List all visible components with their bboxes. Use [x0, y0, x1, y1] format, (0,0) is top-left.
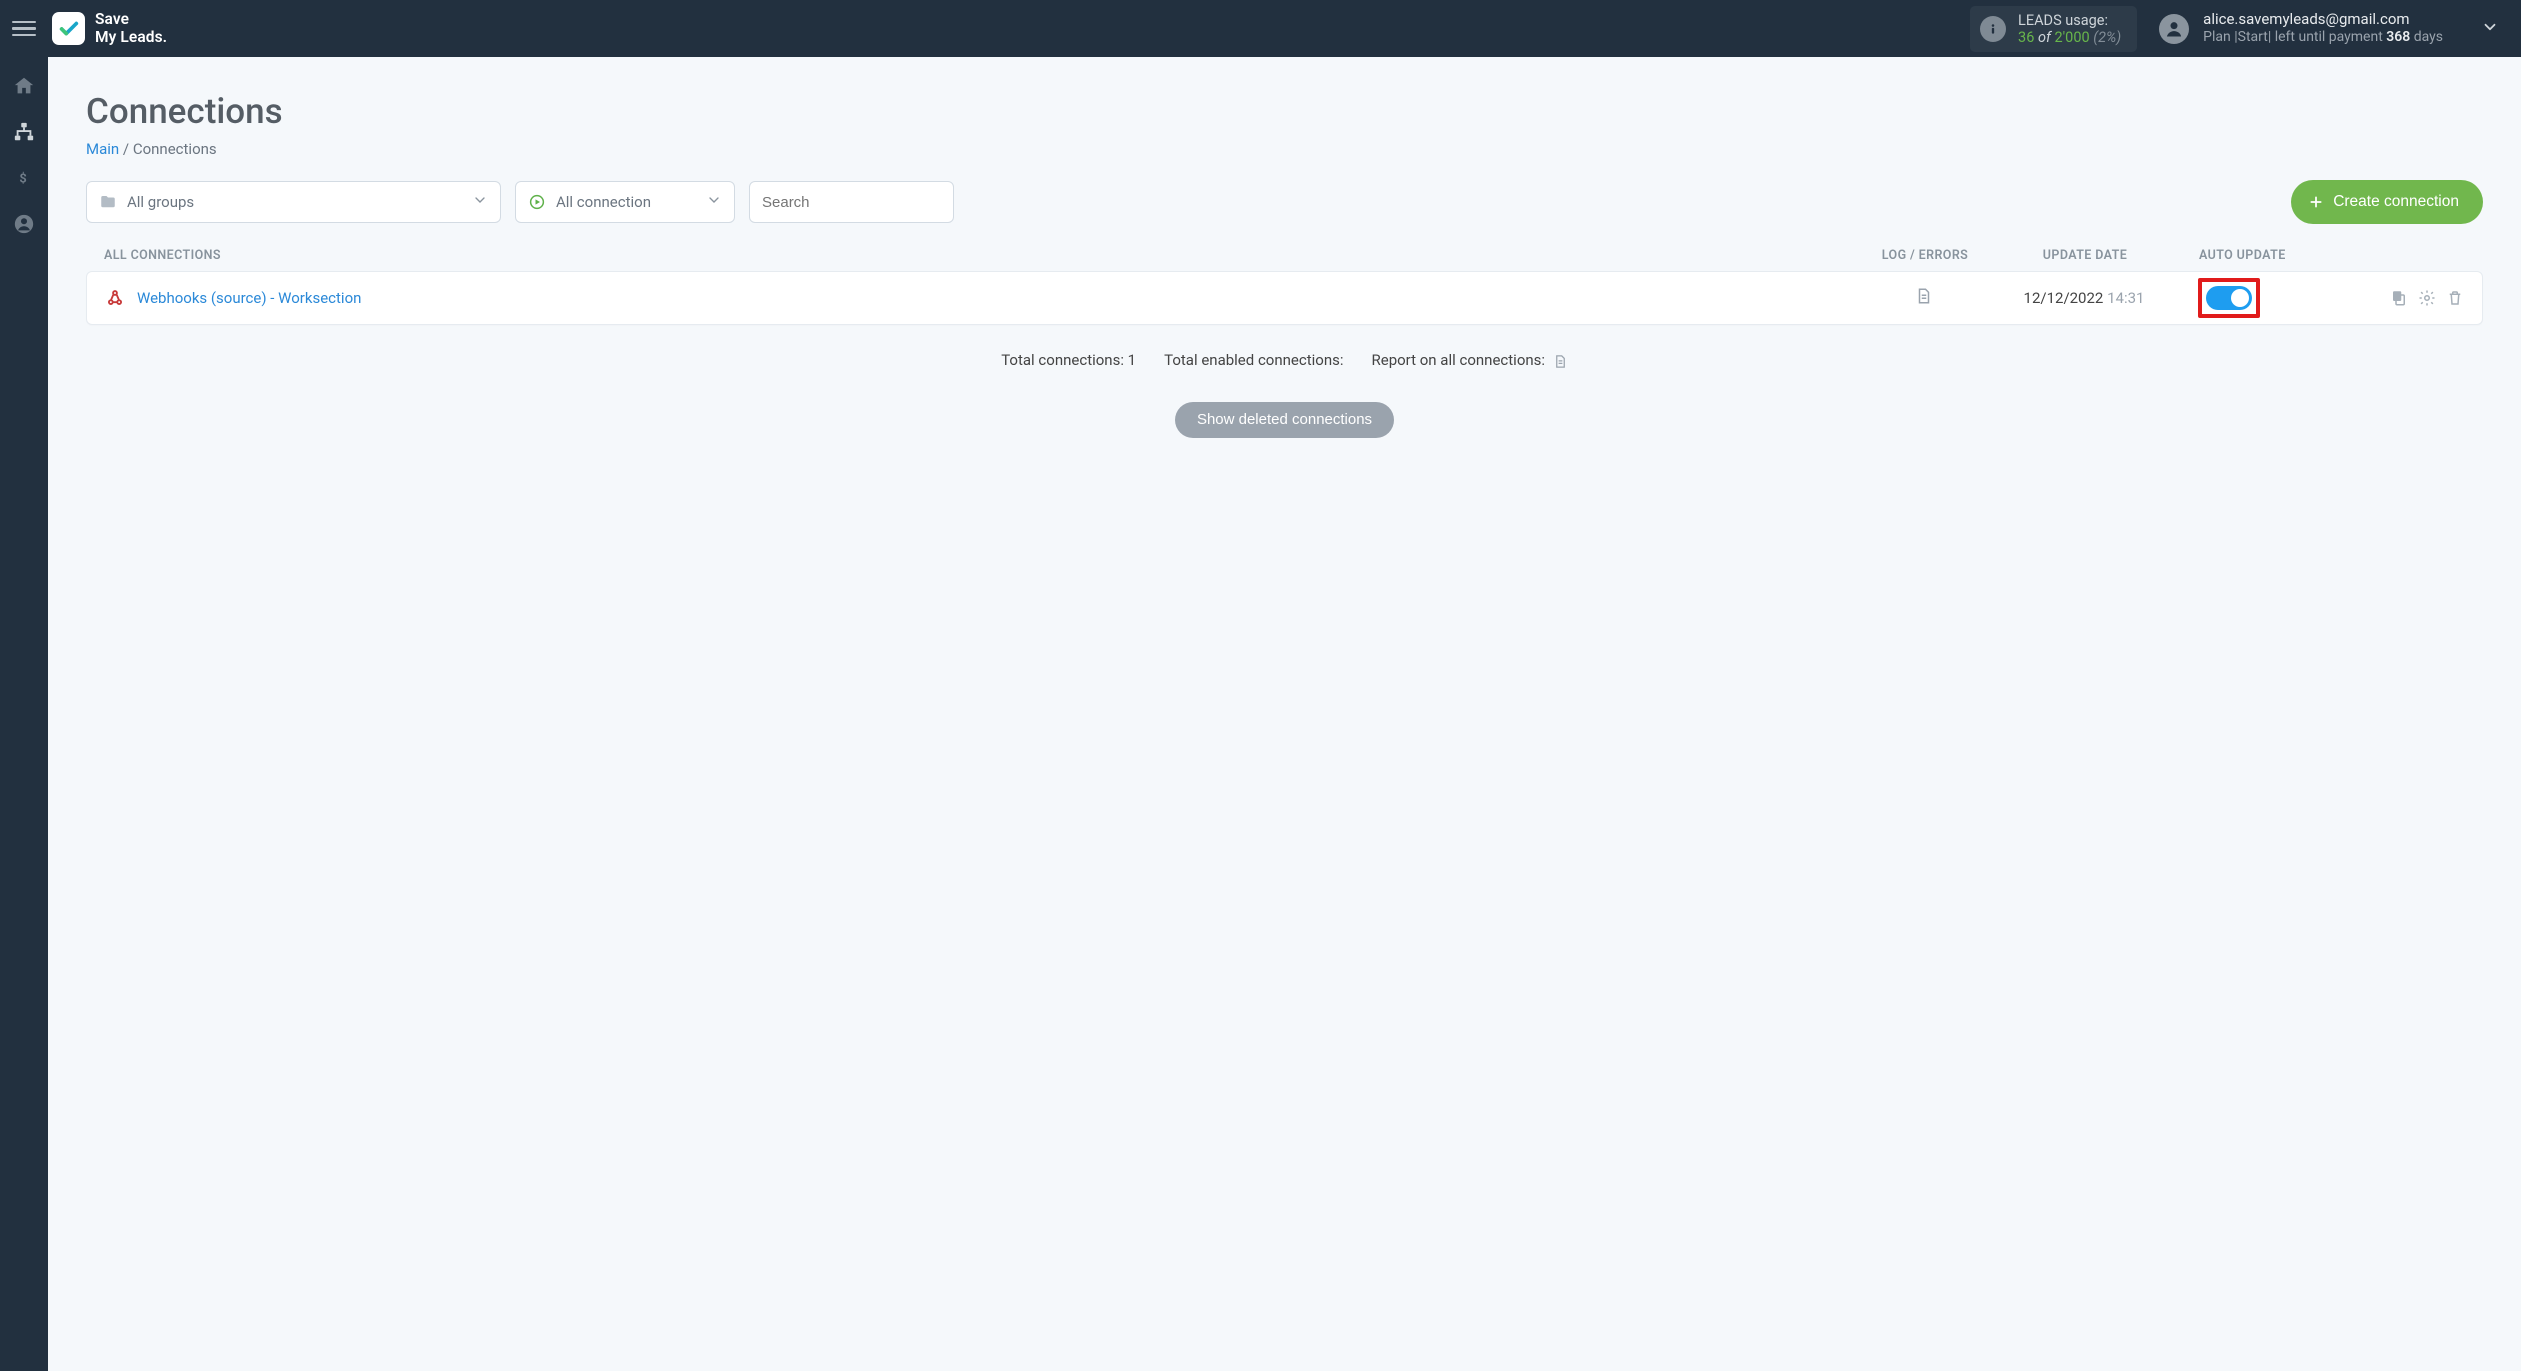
- account-plan: Plan |Start| left until payment 368 days: [2203, 29, 2443, 47]
- status-select[interactable]: All connection: [515, 181, 735, 223]
- col-header-log: Log / Errors: [1865, 248, 1985, 263]
- connection-name-link[interactable]: Webhooks (source) - Worksection: [137, 289, 361, 307]
- gear-icon: [2418, 289, 2436, 307]
- sidebar: $: [0, 57, 48, 1371]
- main-content: Connections Main / Connections All group…: [48, 57, 2521, 478]
- copy-icon: [2390, 289, 2408, 307]
- auto-update-toggle[interactable]: [2206, 286, 2252, 310]
- connection-log-button[interactable]: [1864, 286, 1984, 310]
- user-avatar-icon: [2159, 14, 2189, 44]
- user-icon: [13, 213, 35, 235]
- sitemap-icon: [13, 121, 35, 143]
- summary-row: Total connections: 1 Total enabled conne…: [86, 351, 2483, 370]
- connection-row: Webhooks (source) - Worksection 12/12/20…: [86, 271, 2483, 325]
- summary-report[interactable]: Report on all connections:: [1372, 351, 1568, 370]
- info-icon: [1980, 16, 2006, 42]
- account-menu[interactable]: alice.savemyleads@gmail.com Plan |Start|…: [2159, 10, 2499, 46]
- checkmark-icon: [58, 18, 80, 40]
- copy-button[interactable]: [2390, 289, 2408, 307]
- brand-name: Save My Leads.: [95, 11, 167, 45]
- chevron-down-icon: [460, 192, 488, 212]
- groups-select[interactable]: All groups: [86, 181, 501, 223]
- chevron-down-icon: [694, 192, 722, 212]
- account-email: alice.savemyleads@gmail.com: [2203, 10, 2443, 29]
- document-icon: [1915, 286, 1933, 306]
- leads-usage-title: LEADS usage:: [2018, 12, 2121, 29]
- brand-logo[interactable]: [52, 12, 85, 45]
- svg-text:$: $: [19, 172, 26, 187]
- trash-icon: [2446, 289, 2464, 307]
- play-circle-icon: [528, 193, 546, 211]
- plus-icon: [2309, 195, 2323, 209]
- table-header: All connections Log / Errors Update Date…: [86, 248, 2483, 263]
- breadcrumb-main-link[interactable]: Main: [86, 140, 119, 158]
- home-icon: [13, 75, 35, 97]
- col-header-name: All connections: [104, 248, 1865, 263]
- search-input[interactable]: [762, 194, 941, 211]
- auto-update-highlight: [2198, 278, 2260, 318]
- delete-button[interactable]: [2446, 289, 2464, 307]
- leads-usage-widget[interactable]: LEADS usage: 36 of 2'000 (2%): [1970, 6, 2137, 52]
- status-select-label: All connection: [556, 193, 651, 211]
- chevron-down-icon: [2481, 18, 2499, 40]
- document-icon: [1553, 353, 1568, 370]
- menu-toggle-icon[interactable]: [12, 17, 36, 41]
- sidebar-item-profile[interactable]: [0, 201, 48, 247]
- dollar-icon: $: [17, 167, 31, 189]
- breadcrumb: Main / Connections: [86, 140, 2483, 158]
- create-connection-button[interactable]: Create connection: [2291, 180, 2483, 224]
- groups-select-label: All groups: [127, 193, 194, 211]
- show-deleted-button[interactable]: Show deleted connections: [1175, 402, 1394, 438]
- breadcrumb-current: Connections: [133, 140, 217, 158]
- webhook-icon: [105, 288, 125, 308]
- sidebar-item-home[interactable]: [0, 63, 48, 109]
- col-header-auto: Auto Update: [2185, 248, 2355, 263]
- leads-usage-values: 36 of 2'000 (2%): [2018, 29, 2121, 46]
- filters-row: All groups All connection Create connect…: [86, 180, 2483, 224]
- summary-enabled: Total enabled connections:: [1164, 351, 1343, 370]
- search-field[interactable]: [749, 181, 954, 223]
- connection-update-date: 12/12/2022 14:31: [1984, 289, 2184, 307]
- settings-button[interactable]: [2418, 289, 2436, 307]
- summary-total: Total connections: 1: [1001, 351, 1136, 370]
- sidebar-item-billing[interactable]: $: [0, 155, 48, 201]
- folder-icon: [99, 193, 117, 211]
- col-header-date: Update Date: [1985, 248, 2185, 263]
- sidebar-item-connections[interactable]: [0, 109, 48, 155]
- app-header: Save My Leads. LEADS usage: 36 of 2'000 …: [0, 0, 2521, 57]
- page-title: Connections: [86, 91, 2483, 132]
